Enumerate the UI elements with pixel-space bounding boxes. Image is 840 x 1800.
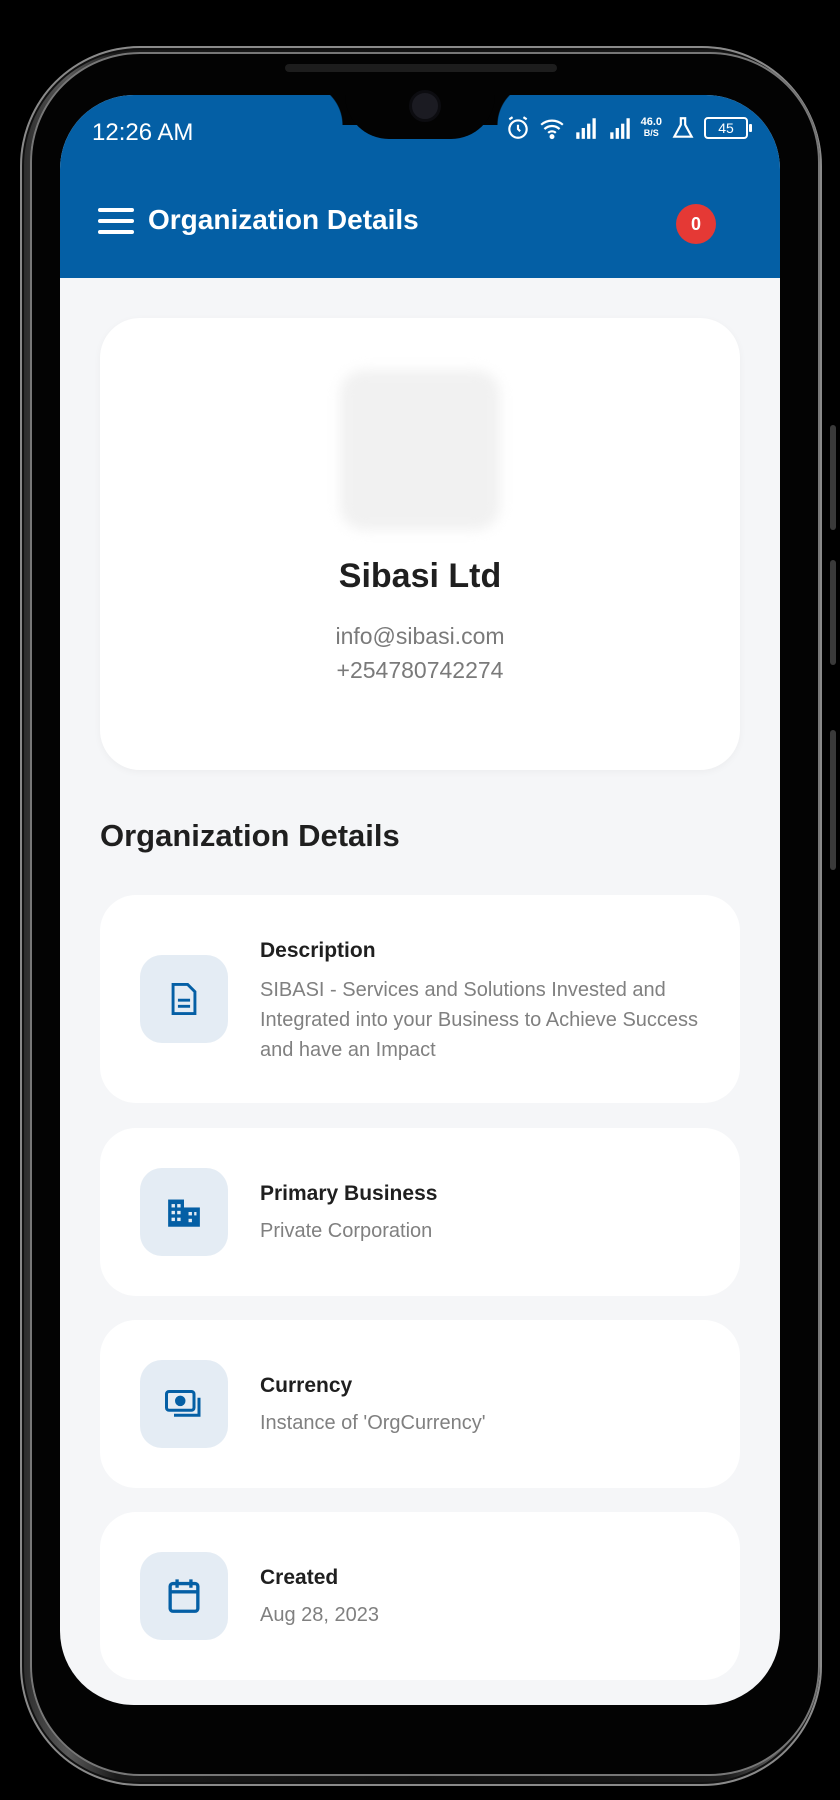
detail-label: Description (260, 939, 376, 962)
detail-label: Currency (260, 1374, 353, 1397)
signal-icon-2 (609, 118, 630, 139)
volume-down-button (830, 560, 836, 665)
net-speed-value: 46.0 (640, 116, 662, 128)
organization-name: Sibasi Ltd (338, 557, 502, 595)
detail-card-description: Description SIBASI - Services and Soluti… (100, 895, 740, 1103)
organization-email: info@sibasi.com (335, 623, 505, 649)
detail-value: Private Corporation (260, 1220, 433, 1242)
front-camera (409, 90, 441, 122)
page-title: Organization Details (148, 204, 419, 235)
detail-card-currency: Currency Instance of 'OrgCurrency' (100, 1320, 740, 1488)
document-icon (140, 955, 228, 1043)
building-icon (140, 1168, 228, 1256)
menu-icon[interactable] (98, 208, 134, 234)
detail-value: SIBASI - Services and Solutions Invested… (260, 979, 699, 1061)
detail-label: Created (260, 1566, 339, 1589)
detail-label: Primary Business (260, 1182, 438, 1205)
wifi-icon (540, 119, 564, 140)
detail-value: Aug 28, 2023 (260, 1604, 379, 1626)
status-icons: 46.0 B/S 45 (505, 115, 752, 141)
screen: 12:26 AM 46.0 B/S 45 Organization Detail… (60, 95, 780, 1705)
battery-indicator: 45 (704, 117, 752, 139)
signal-icon (575, 118, 596, 139)
earpiece-speaker (285, 64, 557, 72)
status-time: 12:26 AM (92, 119, 194, 146)
net-speed: 46.0 B/S (641, 117, 662, 139)
organization-logo (340, 370, 500, 530)
power-button (830, 730, 836, 870)
organization-phone: +254780742274 (336, 657, 504, 683)
flask-icon (672, 117, 694, 138)
detail-card-primary-business: Primary Business Private Corporation (100, 1128, 740, 1296)
section-title: Organization Details (100, 818, 400, 853)
profile-card: Sibasi Ltd info@sibasi.com +254780742274 (100, 318, 740, 770)
calendar-icon (140, 1552, 228, 1640)
net-speed-unit: B/S (643, 128, 659, 138)
notification-badge[interactable]: 0 (676, 204, 716, 244)
detail-value: Instance of 'OrgCurrency' (260, 1412, 486, 1434)
detail-card-created: Created Aug 28, 2023 (100, 1512, 740, 1680)
volume-up-button (830, 425, 836, 530)
money-icon (140, 1360, 228, 1448)
